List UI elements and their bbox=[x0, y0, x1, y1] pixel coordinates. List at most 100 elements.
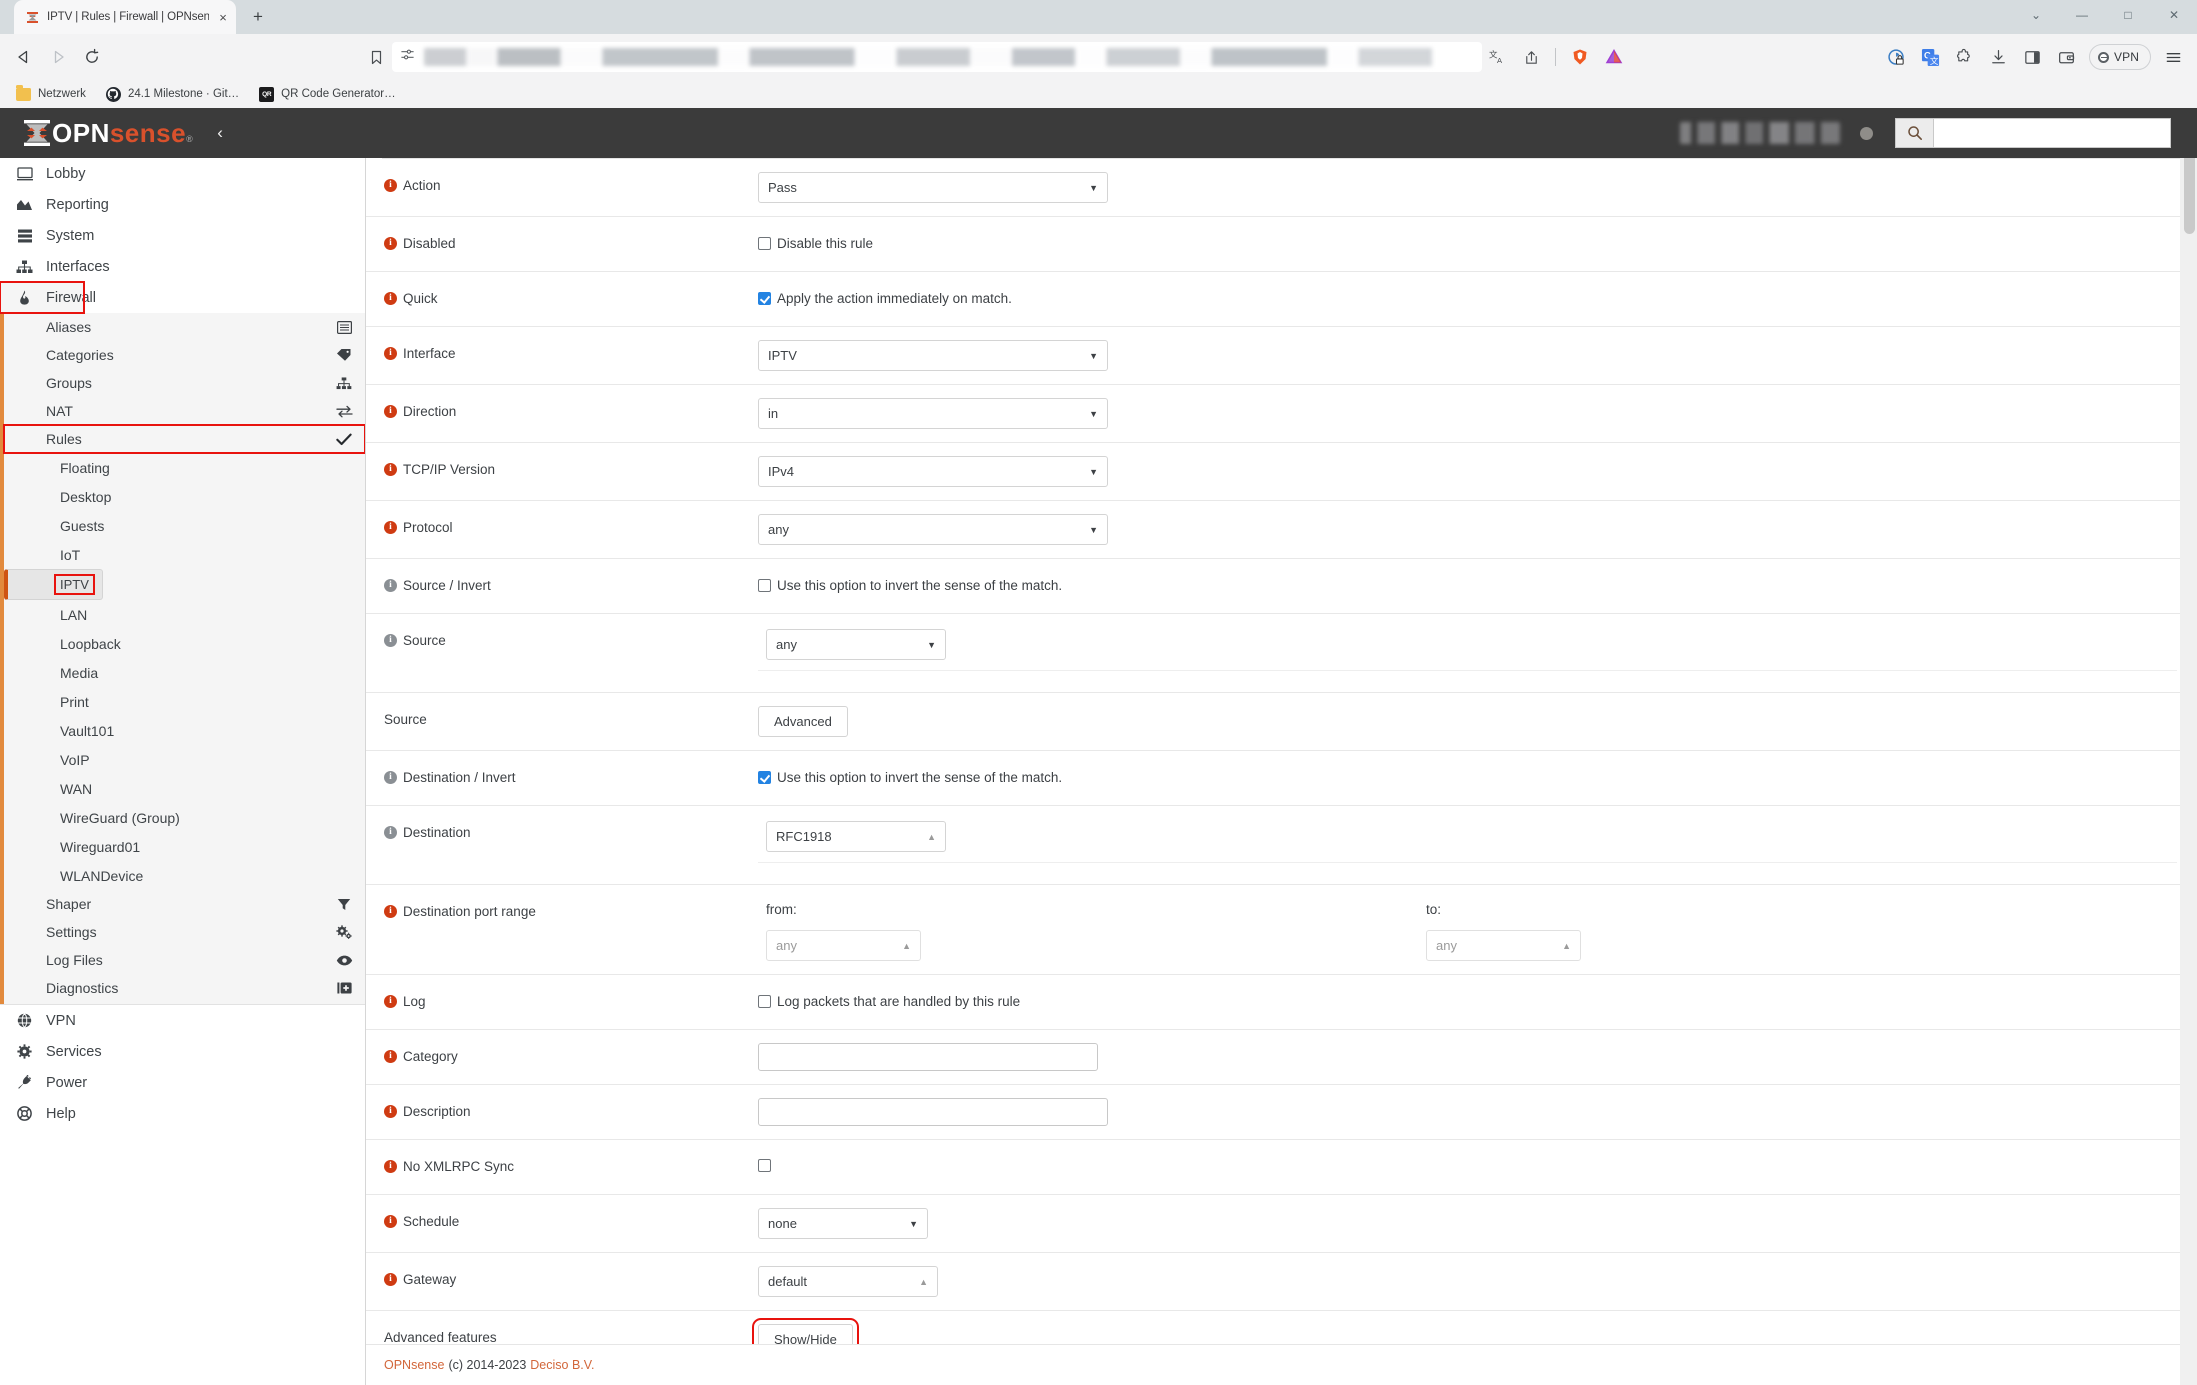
destination-select[interactable]: RFC1918 ▲ bbox=[766, 821, 946, 852]
tcpip-version-select[interactable]: IPv4 ▼ bbox=[758, 456, 1108, 487]
footer-brand-link[interactable]: OPNsense bbox=[384, 1358, 444, 1372]
info-icon[interactable]: i bbox=[384, 771, 397, 784]
sidebar-item-rules-wlandevice[interactable]: WLANDevice bbox=[4, 861, 365, 890]
info-icon[interactable]: i bbox=[384, 179, 397, 192]
site-settings-icon[interactable] bbox=[400, 47, 415, 67]
protocol-select[interactable]: any ▼ bbox=[758, 514, 1108, 545]
quick-checkbox[interactable] bbox=[758, 292, 771, 305]
no-xmlrpc-sync-checkbox[interactable] bbox=[758, 1159, 771, 1172]
port-from-select[interactable]: any ▲ bbox=[766, 930, 921, 961]
info-icon[interactable]: i bbox=[384, 405, 397, 418]
sidebar-item-lobby[interactable]: Lobby bbox=[0, 158, 365, 189]
wallet-icon[interactable] bbox=[2051, 42, 2082, 73]
action-select[interactable]: Pass ▼ bbox=[758, 172, 1108, 203]
description-input[interactable] bbox=[758, 1098, 1108, 1126]
source-advanced-button[interactable]: Advanced bbox=[758, 706, 848, 737]
sidebar-item-rules-voip[interactable]: VoIP bbox=[4, 745, 365, 774]
sidebar-item-rules-print[interactable]: Print bbox=[4, 687, 365, 716]
bookmark-item[interactable]: QR QR Code Generator… bbox=[257, 85, 404, 104]
sidebar-item-shaper[interactable]: Shaper bbox=[4, 890, 365, 918]
sidebar-item-rules-loopback[interactable]: Loopback bbox=[4, 629, 365, 658]
destination-invert-checkbox[interactable] bbox=[758, 771, 771, 784]
sidebar-item-settings[interactable]: Settings bbox=[4, 918, 365, 946]
forward-icon[interactable] bbox=[42, 41, 74, 73]
google-translate-icon[interactable]: G 文 bbox=[1915, 42, 1946, 73]
source-select[interactable]: any ▼ bbox=[766, 629, 946, 660]
info-icon[interactable]: i bbox=[384, 1105, 397, 1118]
close-window-button[interactable]: ✕ bbox=[2151, 0, 2197, 30]
bookmark-item[interactable]: Netzwerk bbox=[14, 85, 95, 103]
brave-shields-icon[interactable] bbox=[1564, 42, 1595, 73]
sidebar-item-power[interactable]: Power bbox=[0, 1067, 365, 1098]
page-scrollbar[interactable] bbox=[2180, 108, 2197, 1385]
info-icon[interactable]: i bbox=[384, 237, 397, 250]
sidebar-item-system[interactable]: System bbox=[0, 220, 365, 251]
downloads-icon[interactable] bbox=[1983, 42, 2014, 73]
address-bar[interactable] bbox=[392, 42, 1482, 72]
sidebar-item-rules-vault101[interactable]: Vault101 bbox=[4, 716, 365, 745]
info-icon[interactable]: i bbox=[384, 1050, 397, 1063]
back-icon[interactable] bbox=[8, 41, 40, 73]
close-icon[interactable]: × bbox=[216, 10, 230, 25]
log-checkbox[interactable] bbox=[758, 995, 771, 1008]
new-tab-button[interactable]: + bbox=[245, 4, 271, 30]
sidebar-item-firewall[interactable]: Firewall bbox=[0, 281, 96, 314]
sidebar-item-rules[interactable]: Rules bbox=[3, 424, 365, 454]
sidebar-item-rules-iptv[interactable]: IPTV bbox=[4, 569, 103, 600]
show-hide-advanced-button[interactable]: Show/Hide bbox=[752, 1318, 859, 1344]
schedule-select[interactable]: none ▼ bbox=[758, 1208, 928, 1239]
translate-icon[interactable]: 文 A bbox=[1482, 42, 1513, 73]
sidebar-item-aliases[interactable]: Aliases bbox=[4, 313, 365, 341]
browser-tab[interactable]: IPTV | Rules | Firewall | OPNsense × bbox=[14, 0, 236, 34]
sidebar-item-rules-floating[interactable]: Floating bbox=[4, 453, 365, 482]
extension-puzzle-icon[interactable] bbox=[1949, 42, 1980, 73]
sidebar-item-rules-media[interactable]: Media bbox=[4, 658, 365, 687]
url-text-blurred[interactable] bbox=[424, 48, 1474, 66]
source-invert-checkbox[interactable] bbox=[758, 579, 771, 592]
sidebar-item-diagnostics[interactable]: Diagnostics bbox=[4, 974, 365, 1002]
info-icon[interactable]: i bbox=[384, 521, 397, 534]
gateway-select[interactable]: default ▲ bbox=[758, 1266, 938, 1297]
bookmark-item[interactable]: 24.1 Milestone · Git… bbox=[104, 85, 248, 104]
tab-search-icon[interactable]: ⌄ bbox=[2013, 0, 2059, 30]
footer-company-link[interactable]: Deciso B.V. bbox=[530, 1358, 594, 1372]
sidebar-item-nat[interactable]: NAT bbox=[4, 397, 365, 425]
disable-rule-checkbox[interactable] bbox=[758, 237, 771, 250]
sidebar-item-vpn[interactable]: VPN bbox=[0, 1005, 365, 1036]
info-icon[interactable]: i bbox=[384, 1215, 397, 1228]
sidebar-item-groups[interactable]: Groups bbox=[4, 369, 365, 397]
search-input[interactable] bbox=[1933, 118, 2171, 148]
sidebar-item-rules-wireguard-group[interactable]: WireGuard (Group) bbox=[4, 803, 365, 832]
sidebar-item-rules-wireguard01[interactable]: Wireguard01 bbox=[4, 832, 365, 861]
brave-rewards-icon[interactable] bbox=[1598, 42, 1629, 73]
sidebar-item-rules-guests[interactable]: Guests bbox=[4, 511, 365, 540]
vpn-button[interactable]: VPN bbox=[2089, 44, 2151, 70]
sidebar-panel-icon[interactable] bbox=[2017, 42, 2048, 73]
sidebar-item-rules-lan[interactable]: LAN bbox=[4, 600, 365, 629]
browser-menu-icon[interactable] bbox=[2158, 42, 2189, 73]
sidebar-item-log-files[interactable]: Log Files bbox=[4, 946, 365, 974]
sidebar-item-rules-iot[interactable]: IoT bbox=[4, 540, 365, 569]
info-icon[interactable]: i bbox=[384, 292, 397, 305]
info-icon[interactable]: i bbox=[384, 463, 397, 476]
maximize-button[interactable]: □ bbox=[2105, 0, 2151, 30]
sidebar-item-rules-desktop[interactable]: Desktop bbox=[4, 482, 365, 511]
sidebar-item-categories[interactable]: Categories bbox=[4, 341, 365, 369]
info-icon[interactable]: i bbox=[384, 579, 397, 592]
sidebar-item-interfaces[interactable]: Interfaces bbox=[0, 251, 365, 282]
sidebar-item-help[interactable]: Help bbox=[0, 1098, 365, 1129]
info-icon[interactable]: i bbox=[384, 1160, 397, 1173]
sidebar-item-reporting[interactable]: Reporting bbox=[0, 189, 365, 220]
sidebar-item-services[interactable]: Services bbox=[0, 1036, 365, 1067]
reload-icon[interactable] bbox=[76, 41, 108, 73]
info-icon[interactable]: i bbox=[384, 905, 397, 918]
interface-select[interactable]: IPTV ▼ bbox=[758, 340, 1108, 371]
bookmark-icon[interactable] bbox=[360, 41, 392, 73]
minimize-button[interactable]: — bbox=[2059, 0, 2105, 30]
info-icon[interactable]: i bbox=[384, 347, 397, 360]
privacy-report-icon[interactable] bbox=[1881, 42, 1912, 73]
direction-select[interactable]: in ▼ bbox=[758, 398, 1108, 429]
category-input[interactable] bbox=[758, 1043, 1098, 1071]
info-icon[interactable]: i bbox=[384, 1273, 397, 1286]
search-icon[interactable] bbox=[1895, 118, 1933, 148]
